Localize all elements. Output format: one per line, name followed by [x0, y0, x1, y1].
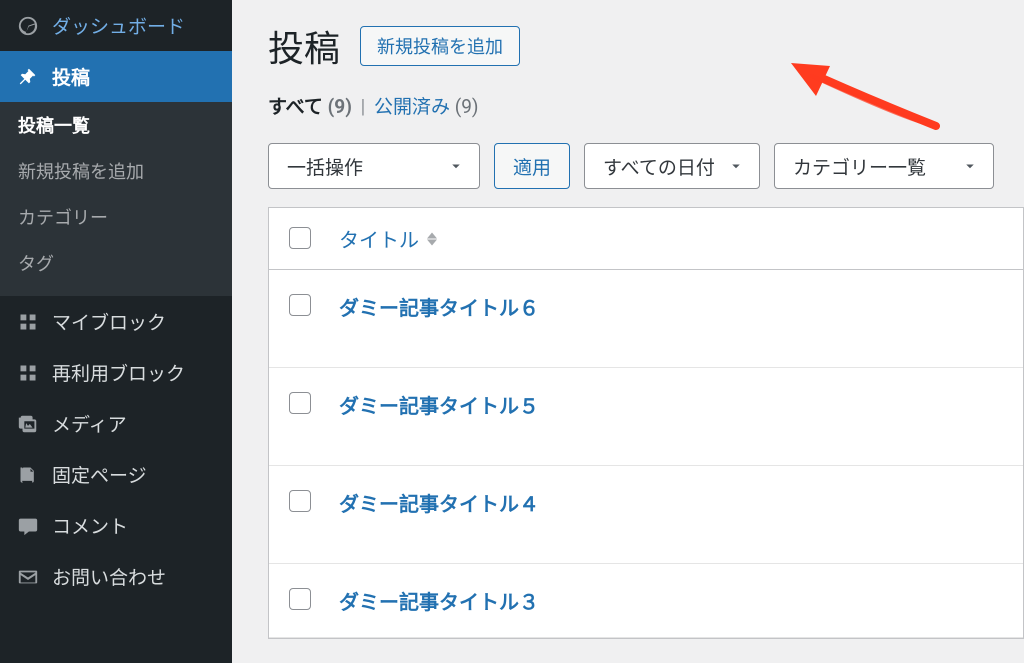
row-checkbox[interactable] — [289, 588, 311, 610]
sidebar-item-contact[interactable]: お問い合わせ — [0, 551, 232, 602]
add-new-button[interactable]: 新規投稿を追加 — [360, 26, 520, 66]
admin-sidebar: ダッシュボード 投稿 投稿一覧 新規投稿を追加 カテゴリー タグ マイブロック … — [0, 0, 232, 663]
mail-icon — [16, 565, 40, 589]
comment-icon — [16, 514, 40, 538]
sidebar-item-label: メディア — [52, 410, 127, 437]
post-title-link[interactable]: ダミー記事タイトル４ — [339, 492, 539, 516]
select-all-checkbox[interactable] — [289, 227, 311, 249]
media-icon — [16, 412, 40, 436]
sidebar-item-label: 投稿 — [52, 63, 90, 90]
tablenav: 一括操作 適用 すべての日付 カテゴリー一覧 — [268, 143, 1024, 189]
submenu-add-new[interactable]: 新規投稿を追加 — [0, 148, 232, 194]
sidebar-item-label: ダッシュボード — [52, 12, 185, 39]
page-header: 投稿 新規投稿を追加 — [268, 20, 1024, 72]
table-row: ダミー記事タイトル３ — [269, 564, 1023, 638]
bulk-action-value: 一括操作 — [287, 153, 363, 180]
sidebar-item-comments[interactable]: コメント — [0, 500, 232, 551]
category-filter-value: カテゴリー一覧 — [793, 153, 926, 180]
table-header: タイトル — [269, 208, 1023, 270]
row-checkbox[interactable] — [289, 294, 311, 316]
sidebar-item-label: コメント — [52, 512, 128, 539]
filter-published[interactable]: 公開済み (9) — [374, 95, 479, 118]
submenu-tags[interactable]: タグ — [0, 240, 232, 286]
row-checkbox[interactable] — [289, 392, 311, 414]
status-filters: すべて (9) | 公開済み (9) — [268, 92, 1024, 119]
blocks-icon — [16, 361, 40, 385]
post-title-link[interactable]: ダミー記事タイトル３ — [339, 590, 539, 614]
sidebar-item-dashboard[interactable]: ダッシュボード — [0, 0, 232, 51]
sidebar-item-my-block[interactable]: マイブロック — [0, 296, 232, 347]
post-title-link[interactable]: ダミー記事タイトル５ — [339, 394, 539, 418]
page-title: 投稿 — [268, 20, 340, 72]
post-title-link[interactable]: ダミー記事タイトル６ — [339, 296, 539, 320]
table-row: ダミー記事タイトル４ — [269, 466, 1023, 564]
dashboard-icon — [16, 14, 40, 38]
table-row: ダミー記事タイトル５ — [269, 368, 1023, 466]
row-checkbox[interactable] — [289, 490, 311, 512]
date-filter-value: すべての日付 — [603, 153, 715, 180]
table-row: ダミー記事タイトル６ — [269, 270, 1023, 368]
pin-icon — [16, 65, 40, 89]
sidebar-item-label: 固定ページ — [52, 461, 147, 488]
posts-table: タイトル ダミー記事タイトル６ ダミー記事タイトル５ ダミー記事タイトル４ — [268, 207, 1024, 639]
apply-button[interactable]: 適用 — [494, 143, 570, 189]
chevron-down-icon — [727, 157, 745, 175]
sort-icon — [427, 232, 437, 246]
sidebar-item-pages[interactable]: 固定ページ — [0, 449, 232, 500]
chevron-down-icon — [961, 157, 979, 175]
column-header-title[interactable]: タイトル — [325, 224, 437, 253]
sidebar-item-label: 再利用ブロック — [52, 359, 185, 386]
sidebar-item-reusable-block[interactable]: 再利用ブロック — [0, 347, 232, 398]
sidebar-item-posts[interactable]: 投稿 — [0, 51, 232, 102]
separator: | — [361, 95, 366, 118]
chevron-down-icon — [447, 157, 465, 175]
main-content: 投稿 新規投稿を追加 すべて (9) | 公開済み (9) 一括操作 — [232, 0, 1024, 663]
sidebar-item-label: マイブロック — [52, 308, 166, 335]
submenu-categories[interactable]: カテゴリー — [0, 194, 232, 240]
category-filter-select[interactable]: カテゴリー一覧 — [774, 143, 994, 189]
pages-icon — [16, 463, 40, 487]
submenu-all-posts[interactable]: 投稿一覧 — [0, 102, 232, 148]
sidebar-item-label: お問い合わせ — [52, 563, 166, 590]
bulk-action-select[interactable]: 一括操作 — [268, 143, 480, 189]
date-filter-select[interactable]: すべての日付 — [584, 143, 760, 189]
filter-all[interactable]: すべて (9) — [268, 95, 357, 118]
posts-submenu: 投稿一覧 新規投稿を追加 カテゴリー タグ — [0, 102, 232, 296]
blocks-icon — [16, 310, 40, 334]
sidebar-item-media[interactable]: メディア — [0, 398, 232, 449]
